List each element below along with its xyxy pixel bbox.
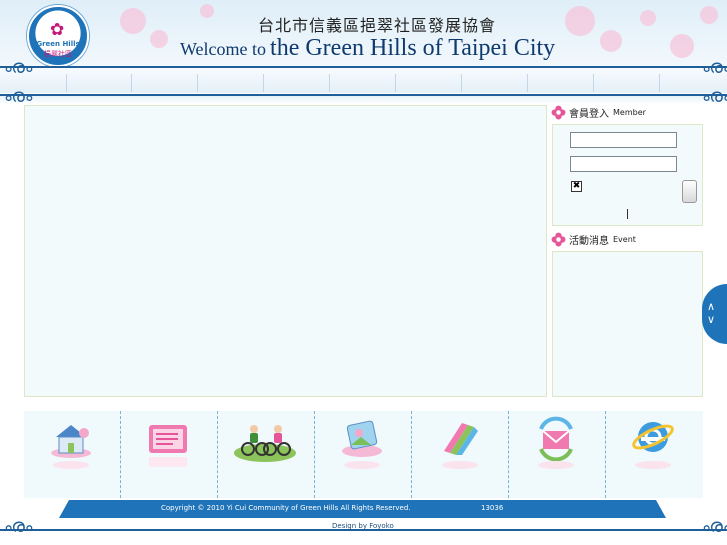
- quick-link-notice[interactable]: [121, 411, 218, 498]
- cherry-blossom: [565, 6, 595, 36]
- swirl-ornament-icon: ൟ: [4, 515, 33, 537]
- scroll-tab[interactable]: ∧ ∨: [702, 284, 727, 344]
- header: ✿ Green Hills 挹翠社區 台北市信義區挹翠社區發展協會 Welcom…: [0, 0, 727, 74]
- swirl-ornament-icon: ൟ: [4, 85, 33, 107]
- visitor-counter: 13036: [481, 504, 504, 512]
- nav-item[interactable]: [528, 74, 594, 92]
- notice-board-icon: [149, 425, 187, 467]
- quick-link-mail[interactable]: [509, 411, 606, 498]
- books-icon: [442, 423, 478, 469]
- site-title-en-main: the Green Hills of Taipei City: [270, 35, 556, 61]
- section-divider: ൟ ൟ: [0, 87, 727, 106]
- flower-icon: [551, 105, 566, 120]
- cycling-icon: [234, 425, 296, 462]
- site-title-en-prefix: Welcome to: [180, 39, 267, 59]
- chevron-down-icon[interactable]: ∨: [707, 314, 715, 325]
- swirl-ornament-icon: ൟ: [702, 515, 727, 537]
- nav-item[interactable]: [330, 74, 396, 92]
- nav-item[interactable]: [396, 74, 462, 92]
- site-title-en: Welcome to the Green Hills of Taipei Cit…: [180, 35, 555, 62]
- internet-explorer-icon: [632, 422, 674, 469]
- quick-link-activities[interactable]: [218, 411, 315, 498]
- site-logo[interactable]: ✿ Green Hills 挹翠社區: [27, 5, 89, 67]
- main-nav: ൟ ൟ: [0, 58, 727, 93]
- quick-link-library[interactable]: [412, 411, 509, 498]
- nav-item[interactable]: [66, 74, 132, 92]
- nav-item[interactable]: [594, 74, 660, 92]
- logo-text-zh: 挹翠社區: [44, 50, 72, 58]
- main-content-panel: [24, 105, 547, 397]
- nav-item[interactable]: [198, 74, 264, 92]
- quick-link-gallery[interactable]: [315, 411, 412, 498]
- nav-item[interactable]: [132, 74, 198, 92]
- member-title-en: Member: [613, 108, 646, 117]
- logo-text-en: Green Hills: [36, 40, 80, 48]
- password-input[interactable]: [570, 156, 677, 172]
- designer-credit: Design by Foyoko: [332, 522, 394, 530]
- text-cursor: [627, 209, 628, 219]
- nav-items: [66, 74, 660, 92]
- swirl-ornament-icon: ൟ: [702, 85, 727, 107]
- copyright-text: Copyright © 2010 Yi Cui Community of Gre…: [161, 504, 411, 512]
- chevron-up-icon[interactable]: ∧: [707, 301, 715, 312]
- swirl-ornament-icon: ൟ: [702, 56, 727, 78]
- event-title-zh: 活動消息: [569, 236, 609, 247]
- flower-icon: [551, 232, 566, 247]
- cherry-blossom: [600, 30, 622, 52]
- nav-item[interactable]: [462, 74, 528, 92]
- quick-link-internet[interactable]: [606, 411, 703, 498]
- site-title-zh: 台北市信義區挹翠社區發展協會: [258, 16, 497, 35]
- nav-item[interactable]: [264, 74, 330, 92]
- mail-icon: [538, 416, 574, 469]
- flower-icon: ✿: [50, 20, 65, 40]
- member-title-zh: 會員登入: [569, 109, 609, 120]
- event-section-title: 活動消息 Event: [551, 232, 636, 247]
- cherry-blossom: [120, 8, 146, 34]
- cherry-blossom: [670, 34, 694, 58]
- swirl-ornament-icon: ൟ: [4, 56, 33, 78]
- cherry-blossom: [150, 30, 168, 48]
- cherry-blossom: [640, 10, 656, 26]
- remember-checkbox[interactable]: ✖: [571, 181, 582, 192]
- member-login-panel: ✖: [552, 124, 703, 226]
- photo-frame-icon: [342, 420, 382, 469]
- quick-links-bar: [24, 411, 703, 498]
- house-icon: [51, 425, 91, 469]
- event-panel: [552, 251, 703, 397]
- cherry-blossom: [700, 6, 718, 24]
- event-title-en: Event: [613, 235, 636, 244]
- username-input[interactable]: [570, 132, 677, 148]
- member-section-title: 會員登入 Member: [551, 105, 646, 120]
- quick-link-home[interactable]: [24, 411, 121, 498]
- cherry-blossom: [200, 4, 214, 18]
- login-button[interactable]: [682, 180, 697, 203]
